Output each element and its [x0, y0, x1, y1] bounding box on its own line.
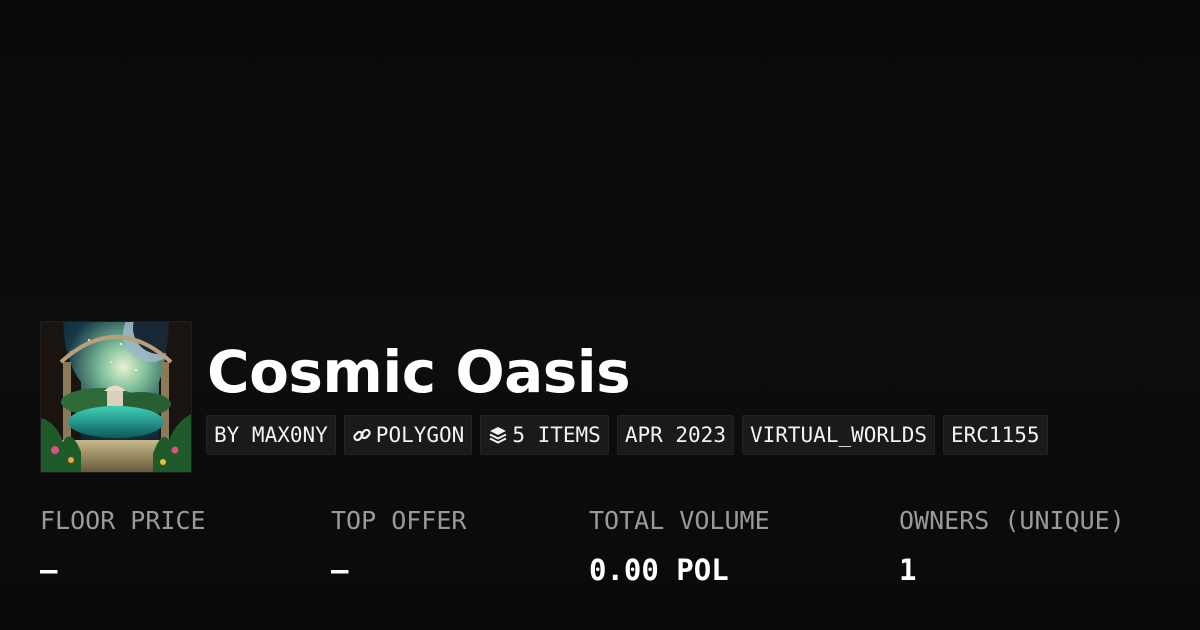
collection-stats: FLOOR PRICE – TOP OFFER – TOTAL VOLUME 0…	[0, 500, 1200, 610]
chain-link-icon	[352, 425, 372, 445]
collection-title: Cosmic Oasis	[207, 338, 631, 406]
created-date-chip: APR 2023	[616, 415, 734, 455]
stat-value: 0.00 POL	[589, 553, 729, 587]
stat-value: –	[40, 553, 58, 587]
chip-label: ERC1155	[951, 423, 1040, 447]
stat-label: FLOOR PRICE	[40, 506, 206, 535]
chip-label: BY MAX0NY	[214, 423, 328, 447]
chip-label: VIRTUAL_WORLDS	[749, 423, 927, 447]
stat-value: –	[331, 553, 349, 587]
collection-artwork	[41, 322, 191, 472]
stat-value: 1	[899, 553, 917, 587]
collection-preview-card: Cosmic Oasis BY MAX0NY POLYGON 5 ITEMS A…	[0, 0, 1200, 630]
stat-label: OWNERS (UNIQUE)	[899, 506, 1125, 535]
creator-chip[interactable]: BY MAX0NY	[206, 415, 336, 455]
stat-owners-unique: OWNERS (UNIQUE) 1	[899, 500, 1125, 598]
stat-label: TOP OFFER	[331, 506, 467, 535]
stat-floor-price: FLOOR PRICE –	[40, 500, 206, 598]
chip-label: POLYGON	[375, 423, 465, 447]
chain-chip[interactable]: POLYGON	[343, 415, 473, 455]
token-standard-chip: ERC1155	[943, 415, 1048, 455]
stat-total-volume: TOTAL VOLUME 0.00 POL	[589, 500, 770, 598]
items-count-chip[interactable]: 5 ITEMS	[480, 415, 609, 455]
collection-metadata-chips: BY MAX0NY POLYGON 5 ITEMS APR 2023 VIRTU…	[206, 415, 1048, 455]
chip-label: APR 2023	[624, 423, 726, 447]
chip-label: 5 ITEMS	[512, 423, 601, 447]
layers-icon	[488, 425, 508, 445]
category-chip[interactable]: VIRTUAL_WORLDS	[741, 415, 935, 455]
collection-thumbnail[interactable]	[40, 321, 192, 473]
stat-label: TOTAL VOLUME	[589, 506, 770, 535]
stat-top-offer: TOP OFFER –	[331, 500, 466, 598]
